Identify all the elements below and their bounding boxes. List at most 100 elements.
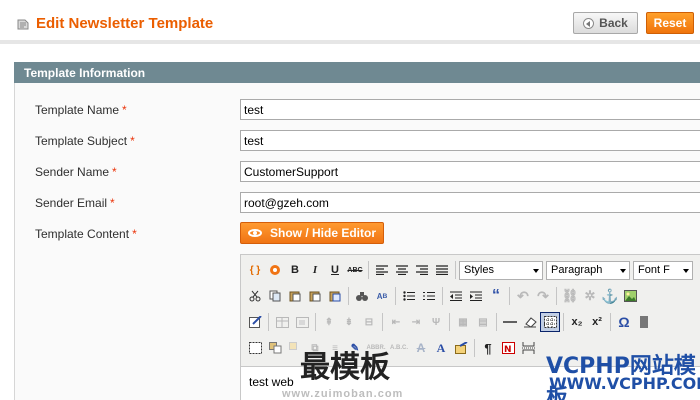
sender-name-label-text: Sender Name	[35, 165, 110, 179]
sender-email-label-text: Sender Email	[35, 196, 108, 210]
watermark-left: 最模板	[300, 350, 390, 385]
required-mark: *	[112, 165, 117, 179]
subscript-button[interactable]: x₂	[567, 312, 587, 332]
undo-icon[interactable]: ↶	[513, 286, 533, 306]
bold-button[interactable]: B	[285, 260, 305, 280]
section-header: Template Information	[14, 62, 700, 83]
insert-layer-icon[interactable]	[245, 338, 265, 358]
required-mark: *	[110, 196, 115, 210]
template-content-label-text: Template Content	[35, 227, 130, 241]
edit-image-icon[interactable]	[245, 312, 265, 332]
copy-icon[interactable]	[265, 286, 285, 306]
visual-aid-icon[interactable]	[540, 312, 560, 332]
editor-toolbar-row-3: ⇞ ⇟ ⊟ ⇤ ⇥ Ψ ▦ ▤ x₂ x² Ω	[245, 311, 654, 333]
split-cells-icon[interactable]: ▦	[453, 312, 473, 332]
replace-icon[interactable]: AB	[372, 286, 392, 306]
toolbar-separator	[556, 287, 557, 305]
page-break-icon[interactable]	[518, 338, 538, 358]
outdent-icon[interactable]	[446, 286, 466, 306]
editor-toolbar-row-1: { } B I U ABC Styles Paragraph Font F	[245, 259, 696, 281]
underline-button[interactable]: U	[325, 260, 345, 280]
page-header: Edit Newsletter Template Back Reset	[0, 0, 700, 44]
eye-icon	[247, 229, 262, 237]
paste-text-icon[interactable]	[305, 286, 325, 306]
cell-props-icon[interactable]	[292, 312, 312, 332]
find-icon[interactable]	[352, 286, 372, 306]
non-breaking-icon[interactable]: N	[498, 338, 518, 358]
cut-icon[interactable]	[245, 286, 265, 306]
toolbar-separator	[442, 287, 443, 305]
insertion-icon[interactable]: A	[431, 338, 451, 358]
newsletter-edit-icon	[16, 17, 30, 31]
bullet-list-icon[interactable]	[399, 286, 419, 306]
indent-icon[interactable]	[466, 286, 486, 306]
toolbar-separator	[610, 313, 611, 331]
merge-cells-icon[interactable]: ▤	[473, 312, 493, 332]
toolbar-separator	[382, 313, 383, 331]
align-justify-icon[interactable]	[432, 260, 452, 280]
link-icon[interactable]: ⛓	[560, 286, 580, 306]
unlink-icon[interactable]: ✲	[580, 286, 600, 306]
anchor-icon[interactable]: ⚓	[600, 286, 620, 306]
numbered-list-icon[interactable]	[419, 286, 439, 306]
template-subject-input[interactable]: test	[240, 130, 700, 151]
show-hide-editor-button[interactable]: Show / Hide Editor	[240, 222, 384, 244]
acronym-button[interactable]: A.B.C.	[387, 338, 411, 358]
deletion-icon[interactable]: A	[411, 338, 431, 358]
toolbar-separator	[348, 287, 349, 305]
table-props-icon[interactable]	[272, 312, 292, 332]
sender-name-input[interactable]: CustomerSupport	[240, 161, 700, 182]
back-button-label: Back	[599, 16, 628, 30]
back-button[interactable]: Back	[573, 12, 638, 34]
paste-icon[interactable]	[285, 286, 305, 306]
horizontal-rule-icon[interactable]	[500, 312, 520, 332]
italic-button[interactable]: I	[305, 260, 325, 280]
blockquote-icon[interactable]: “	[486, 286, 506, 306]
insert-variable-icon[interactable]: { }	[245, 260, 265, 280]
remove-format-icon[interactable]	[520, 312, 540, 332]
toolbar-separator	[474, 339, 475, 357]
image-icon[interactable]	[620, 286, 640, 306]
insert-row-before-icon[interactable]: ⇞	[319, 312, 339, 332]
superscript-button[interactable]: x²	[587, 312, 607, 332]
align-center-icon[interactable]	[392, 260, 412, 280]
show-blocks-button[interactable]: ¶	[478, 338, 498, 358]
svg-text:N: N	[504, 345, 512, 354]
toolbar-separator	[496, 313, 497, 331]
toolbar-separator	[509, 287, 510, 305]
delete-col-icon[interactable]: Ψ	[426, 312, 446, 332]
template-name-input[interactable]: test	[240, 99, 700, 120]
insert-col-before-icon[interactable]: ⇤	[386, 312, 406, 332]
sender-email-input[interactable]: root@gzeh.com	[240, 192, 700, 213]
toolbar-separator	[449, 313, 450, 331]
paste-word-icon[interactable]	[325, 286, 345, 306]
special-char-button[interactable]: Ω	[614, 312, 634, 332]
insert-row-after-icon[interactable]: ⇟	[339, 312, 359, 332]
move-forward-icon[interactable]	[265, 338, 285, 358]
reset-button[interactable]: Reset	[646, 12, 694, 34]
delete-row-icon[interactable]: ⊟	[359, 312, 379, 332]
styles-select[interactable]: Styles	[459, 260, 543, 280]
page-title-text: Edit Newsletter Template	[36, 15, 214, 32]
watermark-left-url: www.zuimoban.com	[282, 388, 404, 400]
redo-icon[interactable]: ↷	[533, 286, 553, 306]
required-mark: *	[132, 227, 137, 241]
insert-widget-icon[interactable]	[265, 260, 285, 280]
strikethrough-button[interactable]: ABC	[345, 260, 365, 280]
font-family-select[interactable]: Font F	[633, 260, 693, 280]
align-right-icon[interactable]	[412, 260, 432, 280]
template-subject-label: Template Subject *	[35, 134, 135, 148]
template-name-label-text: Template Name	[35, 103, 120, 117]
media-icon[interactable]	[634, 312, 654, 332]
toolbar-separator	[315, 313, 316, 331]
show-hide-editor-label: Show / Hide Editor	[269, 226, 376, 240]
insert-col-after-icon[interactable]: ⇥	[406, 312, 426, 332]
toolbar-separator	[395, 287, 396, 305]
editor-toolbar-row-2: AB “ ↶ ↷ ⛓ ✲ ⚓	[245, 285, 640, 307]
toolbar-separator	[563, 313, 564, 331]
attributes-icon[interactable]	[451, 338, 471, 358]
template-subject-label-text: Template Subject	[35, 134, 128, 148]
format-select[interactable]: Paragraph	[546, 260, 630, 280]
toolbar-separator	[455, 261, 456, 279]
align-left-icon[interactable]	[372, 260, 392, 280]
